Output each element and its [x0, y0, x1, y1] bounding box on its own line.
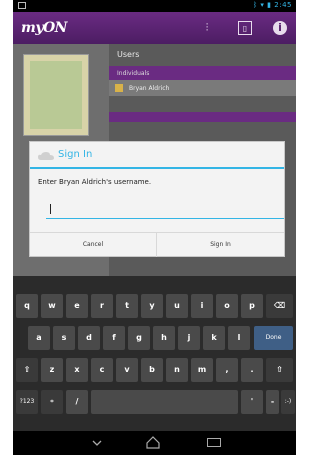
nav-bar — [13, 431, 296, 455]
text-cursor — [50, 204, 51, 214]
cloud-icon — [38, 152, 54, 160]
key-o[interactable]: o — [216, 294, 238, 318]
key-n[interactable]: n — [166, 358, 188, 382]
key-slash[interactable]: / — [66, 390, 88, 414]
key-i[interactable]: i — [191, 294, 213, 318]
dialog-title: Sign In — [58, 149, 93, 160]
back-icon[interactable] — [92, 438, 102, 448]
dialog-button-bar: Cancel Sign In — [30, 232, 284, 257]
done-key[interactable]: Done — [254, 326, 293, 350]
key-g[interactable]: g — [128, 326, 150, 350]
info-icon[interactable]: i — [273, 21, 287, 35]
symbols-key[interactable]: ?123 — [16, 390, 38, 414]
key-y[interactable]: y — [141, 294, 163, 318]
key-a[interactable]: a — [28, 326, 50, 350]
status-bar: ᛒ ▾ ▮ 2:45 — [13, 0, 296, 12]
key-apostrophe[interactable]: ' — [241, 390, 263, 414]
status-time: 2:45 — [274, 1, 292, 9]
settings-key[interactable]: ⌗ — [41, 390, 63, 414]
battery-icon: ▮ — [267, 1, 272, 9]
recents-icon[interactable] — [207, 438, 221, 447]
myon-logo: myON — [21, 20, 67, 36]
key-t[interactable]: t — [116, 294, 138, 318]
divider-strip — [109, 112, 296, 122]
user-name: Bryan Aldrich — [129, 85, 170, 92]
book-cover — [23, 54, 89, 136]
sign-in-dialog: Sign In Enter Bryan Aldrich's username. … — [29, 141, 285, 257]
status-right: ᛒ ▾ ▮ 2:45 — [253, 1, 292, 9]
key-u[interactable]: u — [166, 294, 188, 318]
key-comma[interactable]: , — [216, 358, 238, 382]
username-input[interactable] — [46, 199, 284, 219]
key-dash[interactable]: - — [266, 390, 279, 414]
content-background: Users Individuals Bryan Aldrich Sign In … — [13, 44, 296, 276]
individuals-header: Individuals — [109, 66, 296, 80]
key-z[interactable]: z — [41, 358, 63, 382]
key-s[interactable]: s — [53, 326, 75, 350]
key-v[interactable]: v — [116, 358, 138, 382]
equalizer-icon[interactable]: ⫶ — [200, 21, 214, 35]
device-screen: ᛒ ▾ ▮ 2:45 myON ⫶ ▯ i Users Individuals … — [13, 0, 296, 455]
dialog-header: Sign In — [30, 142, 284, 169]
users-title: Users — [117, 50, 140, 59]
key-e[interactable]: e — [66, 294, 88, 318]
dialog-message: Enter Bryan Aldrich's username. — [38, 178, 152, 186]
avatar — [115, 84, 123, 92]
key-p[interactable]: p — [241, 294, 263, 318]
key-h[interactable]: h — [153, 326, 175, 350]
key-l[interactable]: l — [228, 326, 250, 350]
spacebar[interactable] — [91, 390, 238, 414]
key-b[interactable]: b — [141, 358, 163, 382]
key-c[interactable]: c — [91, 358, 113, 382]
key-d[interactable]: d — [78, 326, 100, 350]
bookmark-icon[interactable]: ▯ — [238, 21, 252, 35]
key-f[interactable]: f — [103, 326, 125, 350]
shift-key-right[interactable]: ⇧ — [266, 358, 293, 382]
key-k[interactable]: k — [203, 326, 225, 350]
soft-keyboard: q w e r t y u i o p ⌫ a s d f g h j k l … — [13, 276, 296, 431]
smiley-key[interactable]: :-) — [281, 390, 295, 414]
shift-key-left[interactable]: ⇧ — [16, 358, 38, 382]
key-r[interactable]: r — [91, 294, 113, 318]
app-header: myON ⫶ ▯ i — [13, 12, 296, 44]
key-w[interactable]: w — [41, 294, 63, 318]
wifi-icon: ▾ — [260, 1, 265, 9]
key-m[interactable]: m — [191, 358, 213, 382]
bluetooth-icon: ᛒ — [252, 1, 258, 9]
home-icon[interactable] — [146, 436, 160, 449]
list-item[interactable]: Bryan Aldrich — [109, 80, 296, 96]
notification-icon — [18, 2, 26, 9]
sign-in-button[interactable]: Sign In — [157, 233, 284, 257]
backspace-key[interactable]: ⌫ — [266, 294, 293, 318]
key-period[interactable]: . — [241, 358, 263, 382]
key-j[interactable]: j — [178, 326, 200, 350]
cancel-button[interactable]: Cancel — [30, 233, 157, 257]
key-x[interactable]: x — [66, 358, 88, 382]
key-q[interactable]: q — [16, 294, 38, 318]
